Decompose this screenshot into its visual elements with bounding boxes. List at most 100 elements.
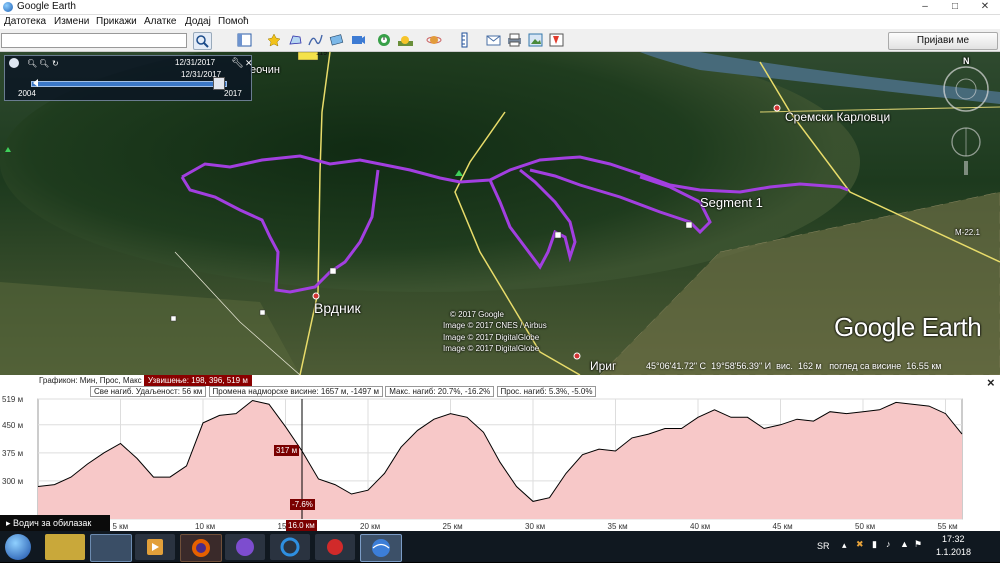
tray-volume-icon[interactable]: ♪	[886, 539, 891, 549]
print-icon[interactable]	[506, 32, 523, 48]
date-top: 12/31/2017	[175, 58, 216, 67]
navigation-controls[interactable]	[938, 57, 994, 177]
save-image-icon[interactable]	[527, 32, 544, 48]
credit-line: Image © 2017 DigitalGlobe	[443, 333, 540, 342]
polygon-icon[interactable]	[287, 32, 304, 48]
google-earth-icon[interactable]	[360, 534, 402, 562]
eye-altitude-readout: 16.55 км	[906, 361, 942, 371]
x-tick-label: 45 км	[773, 522, 793, 531]
wrench-icon[interactable]: 🔧︎	[231, 58, 244, 69]
close-time-icon[interactable]: ✕	[245, 58, 253, 69]
tray-flag-icon[interactable]: ⚑	[914, 539, 922, 550]
search-icon[interactable]	[193, 32, 212, 50]
clock-time[interactable]: 17:32	[942, 534, 965, 544]
tour-guide-bar[interactable]: ▸ Водич за обилазак	[0, 515, 110, 531]
time-track[interactable]	[31, 81, 227, 87]
cursor-distance-label: 16.0 км	[286, 520, 317, 531]
search-input[interactable]	[1, 33, 187, 48]
y-tick-label: 300 м	[2, 477, 23, 486]
historical-imagery-icon[interactable]	[376, 32, 393, 48]
x-tick-label: 55 км	[938, 522, 958, 531]
google-earth-app-icon	[3, 2, 13, 12]
y-tick-label: 519 м	[2, 395, 23, 404]
graph-min-option[interactable]: Мин	[80, 376, 96, 385]
credit-line: © 2017 Google	[450, 310, 504, 319]
prev-arrow-icon[interactable]	[33, 79, 38, 87]
tour-expand-icon[interactable]: ▸	[6, 518, 11, 528]
eye-altitude-label: поглед са висине	[829, 361, 902, 371]
start-button[interactable]	[5, 534, 31, 560]
menu-add[interactable]: Додај	[185, 16, 211, 27]
zoom-in-time-icon[interactable]: 🔍︎	[27, 59, 37, 68]
cursor-slope-label: -7.6%	[290, 499, 315, 510]
email-icon[interactable]	[485, 32, 502, 48]
x-tick-label: 10 км	[195, 522, 215, 531]
close-profile-button[interactable]: ×	[987, 375, 995, 390]
menu-help[interactable]: Помоћ	[218, 16, 249, 27]
overlay-icon[interactable]	[328, 32, 345, 48]
explorer-icon[interactable]	[90, 534, 132, 562]
graph-max-option[interactable]: Макс	[123, 376, 142, 385]
close-button[interactable]: ✕	[970, 0, 1000, 14]
cursor-elevation-label: 317 м	[274, 444, 300, 456]
latitude-readout: 45°06'41.72" С	[646, 361, 707, 371]
antivirus-icon[interactable]	[315, 534, 355, 560]
town-label-beocin: еочин	[250, 64, 280, 76]
system-tray: SR ▴ ✖ ▮ ♪ ▲ ⚑ 17:32 1.1.2018	[812, 531, 1000, 562]
ccleaner-icon[interactable]	[270, 534, 310, 560]
profile-header-row1: Графикон: Мин, Прос, Макс Узвишење: 198,…	[39, 375, 252, 386]
planets-icon[interactable]	[426, 32, 443, 48]
tour-guide-label[interactable]: Водич за обилазак	[13, 518, 91, 528]
historical-imagery-slider[interactable]: 🔍︎ 🔍︎ ↻ 12/31/2017 12/31/2017 🔧︎ ✕ 2004 …	[4, 55, 253, 101]
elevation-label: вис.	[776, 361, 793, 371]
menu-view[interactable]: Прикажи	[96, 16, 137, 27]
x-tick-label: 50 км	[855, 522, 875, 531]
clock-icon	[9, 58, 19, 68]
map-status-bar: 45°06'41.72" С 19°58'56.39" И вис. 162 м…	[646, 361, 941, 371]
x-tick-label: 40 км	[690, 522, 710, 531]
maps-icon[interactable]	[548, 32, 565, 48]
tray-warning-icon[interactable]: ✖	[856, 539, 864, 550]
x-axis-ticks: 5 км10 км15 км20 км25 км30 км35 км40 км4…	[113, 522, 958, 531]
elevation-chart[interactable]: 519 м450 м375 м300 м198 м 5 км10 км15 км…	[0, 395, 1000, 531]
clock-date[interactable]: 1.1.2018	[936, 547, 971, 557]
y-tick-label: 450 м	[2, 421, 23, 430]
placemark-icon[interactable]	[266, 32, 283, 48]
menu-edit[interactable]: Измени	[54, 16, 89, 27]
zoom-slider	[964, 161, 968, 175]
ruler-icon[interactable]	[456, 32, 473, 48]
y-tick-label: 375 м	[2, 449, 23, 458]
sign-in-button[interactable]: Пријави ме	[888, 32, 998, 50]
town-label-sremski-karlovci: Сремски Карловци	[785, 110, 891, 124]
file-manager-icon[interactable]	[45, 534, 85, 560]
tray-battery-icon[interactable]: ▮	[872, 539, 877, 550]
town-label-vrdnik: Врдник	[314, 300, 361, 316]
refresh-icon[interactable]: ↻	[52, 59, 59, 68]
track-label-segment: Segment 1	[700, 195, 763, 210]
zoom-out-time-icon[interactable]: 🔍︎	[39, 59, 49, 68]
menu-tools[interactable]: Алатке	[144, 16, 176, 27]
tray-arrow-icon[interactable]: ▴	[842, 540, 847, 551]
elevation-tab[interactable]: Узвишење: 198, 396, 519 м	[143, 375, 252, 386]
tray-network-icon[interactable]: ▲	[900, 539, 909, 549]
media-player-icon[interactable]	[135, 534, 175, 560]
record-tour-icon[interactable]	[350, 32, 367, 48]
sun-icon[interactable]	[397, 32, 414, 48]
google-earth-logo: Google Earth	[834, 312, 982, 342]
start-year: 2004	[18, 89, 36, 98]
path-icon[interactable]	[307, 32, 324, 48]
graph-avg-option[interactable]: Прос	[100, 376, 119, 385]
sidebar-icon[interactable]	[236, 32, 253, 48]
x-tick-label: 30 км	[525, 522, 545, 531]
credit-line: Image © 2017 DigitalGlobe	[443, 344, 540, 353]
minimize-button[interactable]: –	[910, 0, 940, 14]
firefox-icon[interactable]	[180, 534, 222, 562]
language-indicator[interactable]: SR	[817, 541, 830, 551]
maximize-button[interactable]: □	[940, 0, 970, 14]
toolbar: Пријави ме	[0, 29, 1000, 52]
menu-file[interactable]: Датотека	[4, 16, 46, 27]
x-tick-label: 20 км	[360, 522, 380, 531]
title-bar: Google Earth – □ ✕	[0, 0, 1000, 15]
viber-icon[interactable]	[225, 534, 265, 560]
x-tick-label: 25 км	[443, 522, 463, 531]
